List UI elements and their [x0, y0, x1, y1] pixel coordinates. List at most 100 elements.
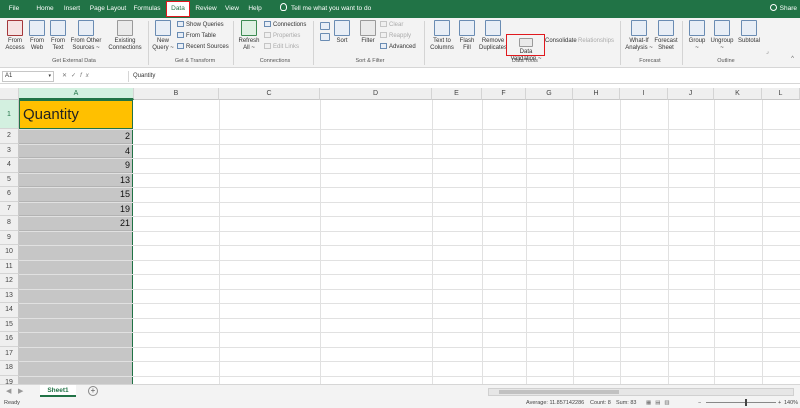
- column-header-l[interactable]: L: [762, 88, 800, 100]
- row-header-19[interactable]: 19: [0, 375, 19, 384]
- row-header-18[interactable]: 18: [0, 361, 19, 376]
- share-button[interactable]: Share: [769, 0, 797, 18]
- column-header-h[interactable]: H: [573, 88, 620, 100]
- remove-duplicates-button[interactable]: Remove Duplicates: [478, 20, 508, 52]
- cell-a8[interactable]: 21: [19, 216, 132, 231]
- cell-a1[interactable]: Quantity: [19, 100, 133, 129]
- view-mode-icons[interactable]: ▦▤▥: [646, 398, 674, 408]
- connections-button[interactable]: Connections: [264, 21, 306, 30]
- row-header-7[interactable]: 7: [0, 201, 19, 216]
- column-header-k[interactable]: K: [714, 88, 762, 100]
- new-query-button[interactable]: New Query ~: [151, 20, 175, 52]
- name-box[interactable]: A1 ▾: [2, 71, 54, 82]
- text-to-columns-button[interactable]: Text to Columns: [428, 20, 456, 52]
- clear-button[interactable]: Clear: [380, 21, 403, 30]
- sort-za-button[interactable]: [316, 33, 334, 43]
- tell-me-search[interactable]: Tell me what you want to do: [280, 0, 371, 18]
- flash-fill-button[interactable]: Flash Fill: [457, 20, 477, 52]
- from-text-button[interactable]: From Text: [48, 20, 68, 52]
- relationships-button[interactable]: Relationships: [576, 38, 616, 45]
- collapse-ribbon-icon[interactable]: ^: [791, 56, 794, 62]
- from-table-button[interactable]: From Table: [177, 32, 216, 41]
- tab-view[interactable]: View: [222, 0, 242, 18]
- tab-page-layout[interactable]: Page Layout: [88, 0, 128, 18]
- scrollbar-thumb[interactable]: [499, 390, 619, 394]
- group-button[interactable]: Group ~: [686, 20, 708, 52]
- from-other-sources-button[interactable]: From Other Sources ~: [69, 20, 103, 52]
- column-header-i[interactable]: I: [620, 88, 668, 100]
- outline-dialog-launcher-icon[interactable]: ⌟: [766, 48, 769, 55]
- show-queries-button[interactable]: Show Queries: [177, 21, 224, 30]
- zoom-slider-thumb[interactable]: [745, 399, 747, 406]
- column-header-e[interactable]: E: [432, 88, 482, 100]
- row-header-9[interactable]: 9: [0, 230, 19, 245]
- subtotal-button[interactable]: Subtotal: [736, 20, 762, 45]
- row-header-1[interactable]: 1: [0, 100, 19, 129]
- refresh-all-button[interactable]: Refresh All ~: [236, 20, 262, 52]
- row-header-13[interactable]: 13: [0, 288, 19, 303]
- cell-a6[interactable]: 15: [19, 187, 132, 202]
- worksheet-grid[interactable]: A B C D E F G H I J K L 1 2 3 4 5 6 7 8 …: [0, 88, 800, 384]
- cell-a5[interactable]: 13: [19, 173, 132, 187]
- from-access-button[interactable]: From Access: [4, 20, 26, 52]
- row-header-16[interactable]: 16: [0, 332, 19, 347]
- properties-button[interactable]: Properties: [264, 32, 300, 41]
- column-header-a[interactable]: A: [19, 88, 134, 100]
- cell-a4[interactable]: 9: [19, 158, 132, 173]
- column-header-f[interactable]: F: [482, 88, 526, 100]
- from-web-button[interactable]: From Web: [27, 20, 47, 52]
- forecast-sheet-button[interactable]: Forecast Sheet: [654, 20, 678, 52]
- what-if-analysis-button[interactable]: What-If Analysis ~: [624, 20, 654, 52]
- tab-insert[interactable]: Insert: [60, 0, 84, 18]
- zoom-out-icon[interactable]: −: [698, 398, 701, 408]
- column-header-b[interactable]: B: [134, 88, 219, 100]
- column-header-d[interactable]: D: [320, 88, 432, 100]
- cancel-icon[interactable]: ✕: [62, 73, 71, 79]
- column-header-g[interactable]: G: [526, 88, 573, 100]
- advanced-button[interactable]: Advanced: [380, 43, 416, 52]
- sort-button[interactable]: Sort: [333, 20, 351, 45]
- zoom-slider[interactable]: [706, 402, 776, 403]
- horizontal-scrollbar[interactable]: [488, 388, 794, 396]
- row-header-14[interactable]: 14: [0, 303, 19, 318]
- scroll-left-icon[interactable]: ◀: [6, 387, 11, 395]
- zoom-in-icon[interactable]: +: [778, 398, 781, 408]
- row-header-2[interactable]: 2: [0, 129, 19, 144]
- row-header-6[interactable]: 6: [0, 187, 19, 202]
- tab-review[interactable]: Review: [194, 0, 218, 18]
- row-header-12[interactable]: 12: [0, 274, 19, 289]
- formula-input[interactable]: Quantity: [128, 71, 155, 82]
- ungroup-button[interactable]: Ungroup ~: [708, 20, 736, 52]
- tab-file[interactable]: File: [4, 0, 24, 18]
- select-all-corner[interactable]: [0, 88, 19, 100]
- insert-function-icon[interactable]: fx: [80, 73, 93, 79]
- enter-icon[interactable]: ✓: [71, 73, 80, 79]
- sort-az-button[interactable]: [316, 22, 334, 32]
- row-header-3[interactable]: 3: [0, 143, 19, 158]
- existing-connections-button[interactable]: Existing Connections: [106, 20, 144, 52]
- row-header-15[interactable]: 15: [0, 317, 19, 332]
- recent-sources-button[interactable]: Recent Sources: [177, 43, 229, 52]
- row-header-8[interactable]: 8: [0, 216, 19, 231]
- row-header-10[interactable]: 10: [0, 245, 19, 260]
- row-header-17[interactable]: 17: [0, 346, 19, 361]
- tab-formulas[interactable]: Formulas: [132, 0, 162, 18]
- zoom-level[interactable]: 140%: [784, 398, 798, 408]
- cell-a2[interactable]: 2: [19, 129, 132, 144]
- scroll-right-icon[interactable]: ▶: [18, 387, 23, 395]
- edit-links-button[interactable]: Edit Links: [264, 43, 299, 52]
- row-header-5[interactable]: 5: [0, 172, 19, 187]
- tab-data[interactable]: Data: [166, 1, 190, 17]
- cell-a7[interactable]: 19: [19, 202, 132, 216]
- tab-help[interactable]: Help: [246, 0, 264, 18]
- row-header-4[interactable]: 4: [0, 158, 19, 173]
- sheet-tab-sheet1[interactable]: Sheet1: [40, 385, 76, 397]
- tab-home[interactable]: Home: [32, 0, 58, 18]
- cell-a3[interactable]: 4: [19, 144, 132, 158]
- consolidate-button[interactable]: Consolidate: [545, 38, 577, 45]
- column-header-c[interactable]: C: [219, 88, 320, 100]
- row-header-11[interactable]: 11: [0, 259, 19, 274]
- column-header-j[interactable]: J: [668, 88, 714, 100]
- add-sheet-icon[interactable]: +: [88, 386, 98, 396]
- filter-button[interactable]: Filter: [358, 20, 378, 45]
